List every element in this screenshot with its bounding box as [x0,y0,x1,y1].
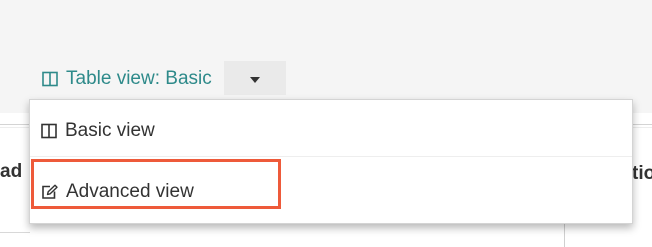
table-view-label: Table view: Basic [66,68,212,89]
table-view-toolbar: Table view: Basic [42,61,286,96]
columns-icon [41,123,57,139]
row-divider [0,232,30,233]
column-divider [564,224,565,247]
columns-icon [42,71,58,87]
menu-item-label: Advanced view [66,181,194,202]
table-view-dropdown-button[interactable] [223,61,286,95]
edit-icon [41,184,58,200]
caret-down-icon [249,77,260,83]
toolbar-area [0,0,652,113]
menu-item-label: Basic view [65,120,155,141]
menu-item-advanced-view[interactable]: Advanced view [30,164,632,220]
column-header-fragment-right: tio [632,163,652,184]
table-view-toggle[interactable]: Table view: Basic [42,68,212,90]
menu-item-basic-view[interactable]: Basic view [30,106,632,156]
table-view-menu: Basic view Advanced view [29,99,633,224]
menu-divider [30,156,632,157]
column-header-fragment-left: ad [0,161,23,182]
